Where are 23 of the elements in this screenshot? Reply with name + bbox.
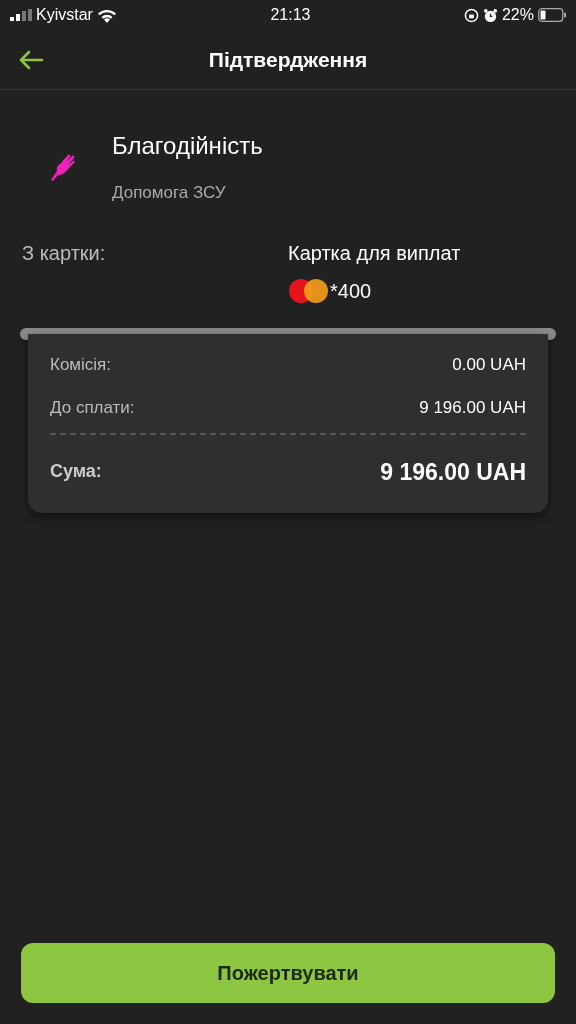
donate-button[interactable]: Пожертвувати	[21, 943, 555, 1003]
receipt-value: 9 196.00 UAH	[419, 397, 526, 419]
receipt-value: 0.00 UAH	[452, 353, 526, 376]
receipt-label: До сплати:	[50, 397, 135, 419]
total-value: 9 196.00 UAH	[380, 457, 526, 487]
source-label: З картки:	[22, 240, 107, 266]
status-time: 21:13	[270, 5, 311, 25]
card-number: *400	[330, 278, 372, 304]
wifi-icon	[96, 7, 117, 23]
card-name: Картка для виплат	[288, 240, 461, 266]
card-brand-icon	[288, 277, 330, 304]
page-title: Підтвердження	[208, 46, 368, 73]
receipt-label: Комісія:	[50, 353, 112, 376]
battery-icon	[538, 8, 566, 22]
total-label: Сума:	[50, 460, 102, 484]
carrier-name: Kyivstar	[36, 5, 93, 25]
recipient-title: Благодійність	[112, 131, 263, 161]
recipient-subtitle: Допомога ЗСУ	[112, 182, 227, 204]
rotation-lock-icon	[463, 7, 479, 23]
arrow-left-icon	[18, 50, 44, 71]
battery-percent: 22%	[501, 5, 534, 25]
alarm-icon	[482, 7, 498, 23]
signal-icon	[10, 9, 32, 21]
